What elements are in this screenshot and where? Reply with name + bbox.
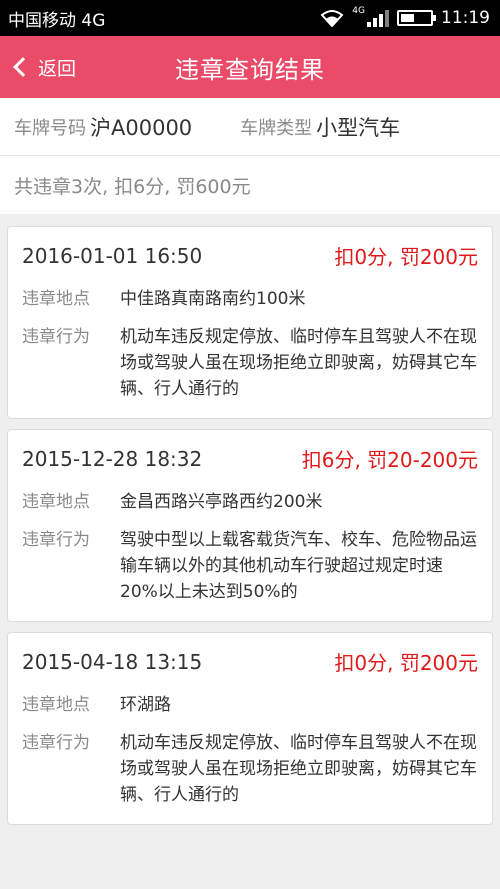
violation-penalty: 扣6分, 罚20-200元	[301, 448, 478, 472]
carrier-label: 中国移动 4G	[8, 10, 106, 31]
violation-penalty: 扣0分, 罚200元	[334, 245, 478, 269]
page-title: 违章查询结果	[175, 55, 325, 84]
violation-list: 2016-01-01 16:50 扣0分, 罚200元 违章地点 中佳路真南路南…	[0, 214, 500, 825]
location-label: 违章地点	[22, 289, 90, 309]
violation-location: 环湖路	[120, 695, 171, 715]
violation-location: 中佳路真南路南约100米	[120, 289, 306, 309]
wifi-icon	[320, 10, 344, 27]
plate-number-label: 车牌号码	[14, 117, 86, 139]
behavior-label: 违章行为	[22, 733, 90, 753]
signal-icon	[367, 9, 389, 27]
plate-number-value: 沪A00000	[90, 115, 193, 140]
location-label: 违章地点	[22, 695, 90, 715]
location-label: 违章地点	[22, 492, 90, 512]
violation-penalty: 扣0分, 罚200元	[334, 651, 478, 675]
back-button[interactable]: 返回	[12, 36, 76, 98]
violation-time: 2015-12-28 18:32	[22, 446, 203, 471]
plate-type-label: 车牌类型	[240, 117, 313, 139]
network-type-label: 4G	[352, 6, 365, 16]
status-icons: 4G 11:19	[320, 6, 490, 28]
violation-summary: 共违章3次, 扣6分, 罚600元	[0, 156, 500, 214]
plate-type-value: 小型汽车	[316, 115, 401, 140]
violation-behavior: 机动车违反规定停放、临时停车且驾驶人不在现场或驾驶人虽在现场拒绝立即驶离，妨碍其…	[120, 327, 477, 399]
violation-time: 2016-01-01 16:50	[22, 243, 203, 268]
violation-card[interactable]: 2015-04-18 13:15 扣0分, 罚200元 违章地点 环湖路 违章行…	[7, 632, 493, 825]
app-header: 返回 违章查询结果	[0, 36, 500, 98]
violation-location: 金昌西路兴亭路西约200米	[120, 492, 323, 512]
violation-behavior: 驾驶中型以上载客载货汽车、校车、危险物品运输车辆以外的其他机动车行驶超过规定时速…	[120, 530, 477, 602]
violation-time: 2015-04-18 13:15	[22, 649, 203, 674]
plate-info: 车牌号码 沪A00000 车牌类型 小型汽车	[0, 98, 500, 156]
back-label: 返回	[38, 57, 77, 80]
status-bar: 中国移动 4G 4G 11:19	[0, 0, 500, 36]
clock: 11:19	[441, 8, 490, 28]
violation-card[interactable]: 2015-12-28 18:32 扣6分, 罚20-200元 违章地点 金昌西路…	[7, 429, 493, 622]
violation-card[interactable]: 2016-01-01 16:50 扣0分, 罚200元 违章地点 中佳路真南路南…	[7, 226, 493, 419]
behavior-label: 违章行为	[22, 327, 90, 347]
behavior-label: 违章行为	[22, 530, 90, 550]
battery-icon	[397, 10, 436, 26]
violation-behavior: 机动车违反规定停放、临时停车且驾驶人不在现场或驾驶人虽在现场拒绝立即驶离，妨碍其…	[120, 733, 477, 805]
chevron-left-icon	[13, 57, 33, 77]
